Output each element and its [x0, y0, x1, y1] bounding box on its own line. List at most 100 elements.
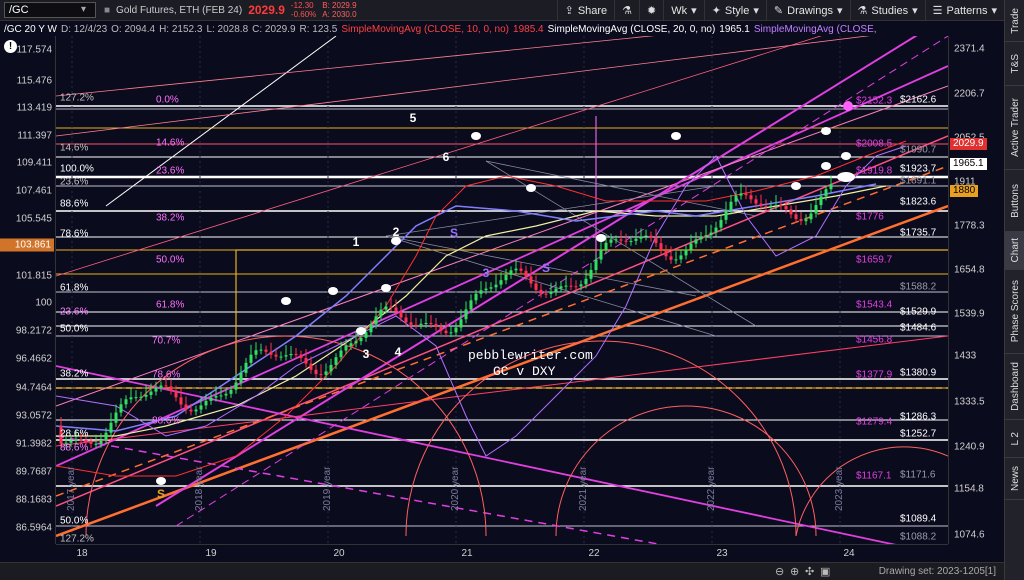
- candle-body: [639, 236, 643, 239]
- right-axis-tick: 1074.6: [954, 529, 985, 541]
- tab-dashboard[interactable]: Dashboard: [1005, 354, 1024, 420]
- period-button[interactable]: Wk ▾: [663, 0, 703, 21]
- fib-percent-label: 23.6%: [156, 165, 185, 177]
- symbol-input[interactable]: /GC ▾: [4, 2, 96, 18]
- candle-body: [119, 404, 123, 413]
- chart-canvas[interactable]: 127.2% 14.6% 100.0% 23.6% 88.6% 78.6% 61.8% 23.…: [56, 36, 948, 544]
- cycle-arc: [85, 335, 487, 537]
- study-info-row: /GC 20 Y W D: 12/4/23 O: 2094.4 H: 2152.…: [0, 22, 1004, 36]
- candle-body: [819, 196, 823, 206]
- candle-body: [704, 235, 708, 237]
- style-button[interactable]: ✦ Style ▾: [703, 0, 766, 21]
- pivot-marker: [471, 132, 481, 140]
- tab-phase-scores[interactable]: Phase Scores: [1005, 270, 1024, 354]
- fib-percent-label: 50.0%: [156, 254, 185, 266]
- watermark-url: pebblewriter.com: [468, 348, 593, 363]
- fib-percent-label: 23.6%: [60, 176, 89, 188]
- left-axis-tick: 111.397: [17, 130, 52, 142]
- candle-body: [339, 350, 343, 358]
- symbol-description: ■ Gold Futures, ETH (FEB 24): [104, 5, 242, 16]
- candle-body: [549, 291, 553, 294]
- fib-percent-label: 100.0%: [60, 163, 94, 175]
- status-bar: ⊖ ⊕ ✣ ▣ Drawing set: 2023-1205[1]: [0, 562, 1004, 580]
- candle-body: [224, 393, 228, 396]
- tab-l-2[interactable]: L 2: [1005, 420, 1024, 458]
- candle-body: [604, 242, 608, 250]
- right-axis-tick: 2371.4: [954, 43, 985, 55]
- tab-label: Active Trader: [1009, 98, 1021, 157]
- price-level-label: $1484.6: [900, 322, 937, 334]
- left-axis-tick: 107.461: [15, 185, 52, 197]
- sma-comparison-label[interactable]: SimpleMovingAvg (CLOSE,: [754, 24, 877, 35]
- candle-body: [449, 332, 453, 334]
- drawing-set-label[interactable]: Drawing set: 2023-1205[1]: [879, 566, 996, 577]
- candle-body: [234, 382, 238, 390]
- pan-icon[interactable]: ✣: [805, 565, 814, 578]
- sma10-value: 1985.4: [513, 23, 544, 35]
- studies-button[interactable]: ⚗ Studies ▾: [849, 0, 925, 21]
- fib-percent-label: 28.6%: [60, 428, 89, 440]
- draw-icon[interactable]: ▣: [820, 565, 830, 578]
- candle-body: [634, 238, 638, 241]
- candle-body: [494, 284, 498, 288]
- fib-percent-label: 78.6%: [60, 228, 89, 240]
- flask-button[interactable]: ⚗: [614, 0, 639, 21]
- candle-body: [229, 389, 233, 394]
- tab-buttons[interactable]: Buttons: [1005, 170, 1024, 232]
- tab-news[interactable]: News: [1005, 458, 1024, 500]
- tab-chart[interactable]: Chart: [1005, 232, 1024, 270]
- left-axis-tick: 100: [35, 297, 52, 309]
- time-axis-tick: 19: [205, 548, 217, 559]
- info-icon[interactable]: !: [4, 40, 17, 53]
- drawings-button[interactable]: ✎ Drawings ▾: [765, 0, 850, 21]
- time-axis-tick: 20: [333, 548, 345, 559]
- candle-body: [674, 259, 678, 261]
- wave-count-label: 2: [392, 225, 400, 239]
- tab-label: T&S: [1009, 53, 1021, 74]
- patterns-button[interactable]: ☰ Patterns ▾: [924, 0, 1004, 21]
- zoom-out-icon[interactable]: ⊖: [775, 565, 784, 578]
- zoom-in-icon[interactable]: ⊕: [790, 565, 799, 578]
- price-level-label: $1252.7: [900, 428, 937, 440]
- candle-body: [479, 290, 483, 294]
- wave-count-label: 5: [409, 111, 417, 125]
- candle-body: [614, 239, 618, 241]
- chart-drawing-surface[interactable]: [56, 36, 948, 544]
- candle-body: [274, 354, 278, 357]
- candle-body: [269, 351, 273, 355]
- left-price-axis[interactable]: ! 117.574 115.476 113.419 111.397 109.411 107…: [0, 36, 56, 544]
- tab-t-s[interactable]: T&S: [1005, 42, 1024, 86]
- current-index-marker: 103.861: [0, 238, 54, 252]
- settings-button[interactable]: ✹: [639, 0, 663, 21]
- right-axis-tick: 1778.3: [954, 220, 985, 232]
- left-axis-tick: 115.476: [16, 75, 52, 87]
- right-price-axis[interactable]: 2371.42206.72052.519111778.31654.81539.9…: [948, 36, 1004, 544]
- candle-body: [799, 218, 803, 222]
- candle-body: [379, 309, 383, 317]
- candle-body: [689, 243, 693, 250]
- change-percent: -0.60%: [290, 10, 317, 19]
- chevron-down-icon: ▾: [991, 5, 997, 17]
- candle-body: [699, 236, 703, 240]
- bar-close: C: 2029.9: [252, 23, 296, 35]
- cycle-arc: [405, 340, 797, 537]
- candle-body: [254, 350, 258, 355]
- symbol-settings-icon[interactable]: ▾: [81, 4, 93, 16]
- candle-body: [454, 327, 458, 333]
- candle-body: [114, 412, 118, 423]
- candle-body: [319, 374, 323, 376]
- tab-active-trader[interactable]: Active Trader: [1005, 86, 1024, 170]
- time-axis[interactable]: 18 19 20 21 22 23 24: [56, 544, 948, 562]
- price-level-label: $2152.3: [856, 95, 893, 107]
- candle-body: [134, 397, 138, 399]
- price-level-label: $1529.9: [900, 306, 937, 318]
- share-button[interactable]: ⇪ Share: [556, 0, 615, 21]
- instrument-icon: ■: [104, 4, 111, 16]
- sma10-label[interactable]: SimpleMovingAvg (CLOSE, 10, 0, no): [341, 24, 509, 35]
- tab-trade[interactable]: Trade: [1005, 0, 1024, 42]
- tab-label: Phase Scores: [1009, 280, 1021, 343]
- sma20-label[interactable]: SimpleMovingAvg (CLOSE, 20, 0, no): [548, 24, 716, 35]
- candle-body: [779, 204, 783, 207]
- left-axis-tick: 105.545: [15, 213, 52, 225]
- candle-body: [434, 324, 438, 328]
